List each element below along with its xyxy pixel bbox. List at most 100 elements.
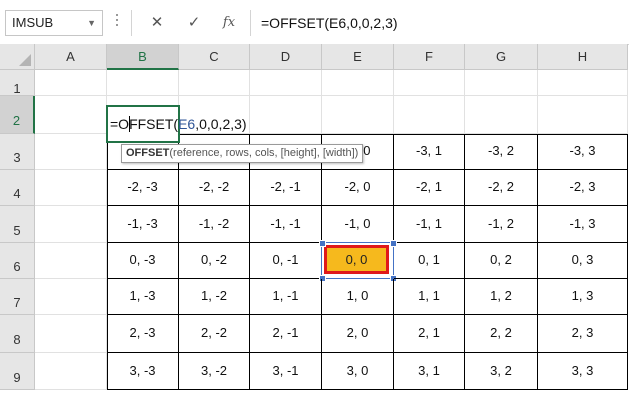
table-cell[interactable]: -1, 3 [538, 206, 628, 243]
table-cell[interactable]: 1, 0 [322, 279, 394, 315]
formula-input[interactable]: =OFFSET(E6,0,0,2,3) [250, 10, 629, 36]
grid-cell[interactable] [394, 70, 465, 96]
table-cell[interactable]: 1, 2 [465, 279, 538, 315]
table-cell[interactable]: -2, 1 [394, 170, 465, 206]
cancel-icon[interactable]: ✕ [143, 10, 171, 36]
table-cell[interactable]: -2, -3 [107, 170, 179, 206]
column-header-b[interactable]: B [107, 44, 179, 70]
row-header-5[interactable]: 5 [0, 206, 35, 243]
table-cell[interactable]: 2, 0 [322, 315, 394, 353]
table-cell[interactable]: -2, 2 [465, 170, 538, 206]
column-header-h[interactable]: H [538, 44, 628, 70]
table-cell[interactable]: 1, -2 [179, 279, 250, 315]
grid-cell[interactable] [35, 170, 107, 206]
table-cell[interactable]: 1, -3 [107, 279, 179, 315]
column-header-g[interactable]: G [465, 44, 538, 70]
table-cell[interactable]: 1, 3 [538, 279, 628, 315]
table-cell[interactable]: -3, 3 [538, 134, 628, 170]
grid-cell[interactable] [394, 96, 465, 134]
column-header-c[interactable]: C [179, 44, 250, 70]
grid-cell[interactable] [35, 353, 107, 390]
table-cell[interactable]: -1, -3 [107, 206, 179, 243]
select-all-button[interactable] [0, 44, 35, 70]
table-cell[interactable]: 1, 1 [394, 279, 465, 315]
tooltip-arguments: (reference, rows, cols, [height], [width… [169, 147, 359, 159]
grid-cell[interactable] [250, 70, 322, 96]
grid-cell[interactable] [250, 96, 322, 134]
grid-cell[interactable] [35, 279, 107, 315]
grid-cell[interactable] [538, 70, 628, 96]
table-cell[interactable]: 3, 2 [465, 353, 538, 390]
table-cell[interactable]: 2, 2 [465, 315, 538, 353]
table-cell[interactable]: 2, 3 [538, 315, 628, 353]
table-cell[interactable]: 0, 1 [394, 243, 465, 279]
grid-cell[interactable] [179, 70, 250, 96]
highlighted-cell-e6[interactable]: 0, 0 [322, 243, 394, 279]
grid-cell[interactable] [322, 70, 394, 96]
table-cell[interactable]: -2, 3 [538, 170, 628, 206]
row-header-7[interactable]: 7 [0, 279, 35, 315]
table-cell[interactable]: 3, -1 [250, 353, 322, 390]
table-cell[interactable]: 0, -3 [107, 243, 179, 279]
grid-cell[interactable] [35, 243, 107, 279]
table-cell[interactable]: 2, 1 [394, 315, 465, 353]
cell-grid[interactable]: -3, -3-3, -2-3, -1-3, 0-3, 1-3, 2-3, 3-2… [35, 70, 629, 408]
row-header-8[interactable]: 8 [0, 315, 35, 353]
row-header-9[interactable]: 9 [0, 353, 35, 390]
formula-bar-resize-handle[interactable] [116, 14, 120, 29]
reference-resize-handle[interactable] [319, 240, 326, 247]
grid-cell[interactable] [35, 70, 107, 96]
table-cell[interactable]: 0, 2 [465, 243, 538, 279]
table-cell[interactable]: 3, 3 [538, 353, 628, 390]
enter-icon[interactable]: ✓ [180, 10, 208, 36]
grid-cell[interactable] [35, 206, 107, 243]
table-cell[interactable]: 3, 1 [394, 353, 465, 390]
grid-cell[interactable] [465, 96, 538, 134]
grid-cell[interactable] [322, 96, 394, 134]
column-header-d[interactable]: D [250, 44, 322, 70]
grid-cell[interactable] [465, 70, 538, 96]
table-cell[interactable]: 3, -2 [179, 353, 250, 390]
grid-cell[interactable] [107, 70, 179, 96]
table-cell[interactable]: 2, -2 [179, 315, 250, 353]
row-header-4[interactable]: 4 [0, 170, 35, 206]
table-cell[interactable]: 3, -3 [107, 353, 179, 390]
row-header-3[interactable]: 3 [0, 134, 35, 170]
name-box[interactable]: IMSUB ▼ [5, 10, 103, 36]
row-header-6[interactable]: 6 [0, 243, 35, 279]
table-cell[interactable]: 2, -3 [107, 315, 179, 353]
table-cell[interactable]: -2, 0 [322, 170, 394, 206]
table-cell[interactable]: -1, -2 [179, 206, 250, 243]
table-cell[interactable]: 0, 3 [538, 243, 628, 279]
table-cell[interactable]: -1, 1 [394, 206, 465, 243]
table-cell[interactable]: 1, -1 [250, 279, 322, 315]
spreadsheet-window: IMSUB ▼ ✕ ✓ fx =OFFSET(E6,0,0,2,3) ABCDE… [0, 0, 629, 408]
name-box-dropdown-icon[interactable]: ▼ [87, 11, 96, 35]
grid-cell[interactable] [538, 96, 628, 134]
column-header-f[interactable]: F [394, 44, 465, 70]
function-tooltip: OFFSET(reference, rows, cols, [height], … [121, 144, 364, 163]
table-cell[interactable]: 2, -1 [250, 315, 322, 353]
table-cell[interactable]: -3, 2 [465, 134, 538, 170]
insert-function-icon[interactable]: fx [215, 10, 243, 36]
tooltip-function-name[interactable]: OFFSET [126, 147, 169, 159]
table-cell[interactable]: -2, -2 [179, 170, 250, 206]
table-cell[interactable]: 0, -2 [179, 243, 250, 279]
row-header-2[interactable]: 2 [0, 96, 35, 134]
name-box-value: IMSUB [12, 15, 54, 30]
table-cell[interactable]: 0, -1 [250, 243, 322, 279]
table-cell[interactable]: -1, 0 [322, 206, 394, 243]
grid-cell[interactable] [35, 96, 107, 134]
table-cell[interactable]: -3, 1 [394, 134, 465, 170]
column-header-e[interactable]: E [322, 44, 394, 70]
table-cell[interactable]: -1, -1 [250, 206, 322, 243]
row-header-1[interactable]: 1 [0, 70, 35, 96]
column-header-a[interactable]: A [35, 44, 107, 70]
table-cell[interactable]: -1, 2 [465, 206, 538, 243]
grid-cell[interactable] [35, 315, 107, 353]
table-cell[interactable]: 3, 0 [322, 353, 394, 390]
table-cell[interactable]: -2, -1 [250, 170, 322, 206]
formula-bar: IMSUB ▼ ✕ ✓ fx =OFFSET(E6,0,0,2,3) [0, 0, 629, 45]
highlighted-cell-fill: 0, 0 [324, 245, 389, 274]
grid-cell[interactable] [35, 134, 107, 170]
